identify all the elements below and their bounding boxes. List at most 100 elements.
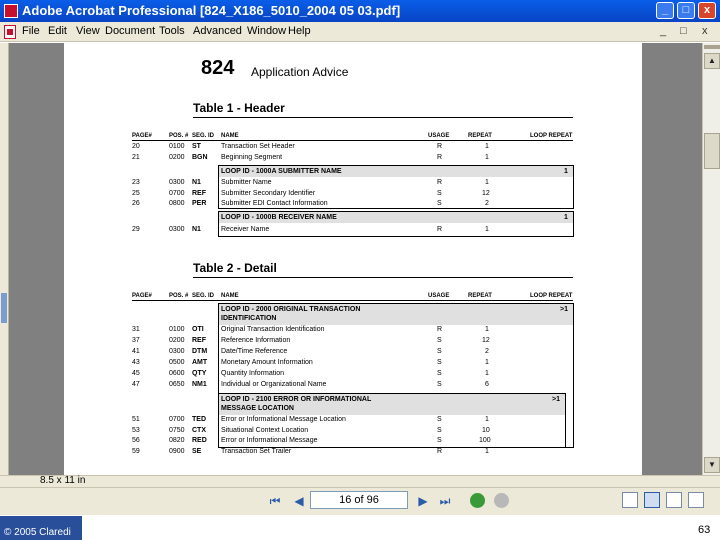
cell-seg: SE <box>192 448 202 455</box>
next-page-icon[interactable]: ▶ <box>414 493 432 509</box>
menu-file[interactable]: File <box>22 25 40 37</box>
pdf-page: 824 Application Advice Table 1 - Header … <box>64 43 642 475</box>
continuous-view-icon[interactable] <box>644 492 660 508</box>
loop-1000b-repeat: 1 <box>564 214 568 221</box>
cell-seg: N1 <box>192 179 201 186</box>
cell-seg: PER <box>192 200 207 207</box>
cell-usage: R <box>437 179 443 186</box>
copyright-brand: © 2005 Claredi <box>0 516 82 540</box>
cell-name: Beginning Segment <box>221 154 283 161</box>
cell-name: Date/Time Reference <box>221 348 288 355</box>
cell-repeat: 12 <box>482 337 490 344</box>
cell-page: 51 <box>132 416 140 423</box>
t2-header-pos: POS. # <box>169 293 189 299</box>
menu-edit[interactable]: Edit <box>48 25 67 37</box>
previous-page-icon[interactable]: ◀ <box>290 493 308 509</box>
slide-number: 63 <box>698 524 711 536</box>
cell-seg: AMT <box>192 359 208 366</box>
close-button[interactable]: x <box>698 2 716 19</box>
cell-page: 26 <box>132 200 140 207</box>
cell-repeat: 1 <box>485 226 489 233</box>
t2-header-loop-repeat: LOOP REPEAT <box>530 293 573 299</box>
loop-2100-label-line1: LOOP ID - 2100 ERROR OR INFORMATIONAL <box>221 396 372 403</box>
cell-name: Transaction Set Trailer <box>221 448 292 455</box>
document-area[interactable]: 824 Application Advice Table 1 - Header … <box>9 43 702 475</box>
loop-1000a-repeat: 1 <box>564 168 568 175</box>
loop-2100-repeat: >1 <box>552 396 560 403</box>
first-page-icon[interactable]: ⏮ <box>266 493 284 509</box>
cell-pos: 0700 <box>169 190 185 197</box>
window-title: Adobe Acrobat Professional [824_X186_501… <box>22 3 401 18</box>
t1-header-pos: POS. # <box>169 133 189 139</box>
cell-repeat: 100 <box>479 437 491 444</box>
single-page-view-icon[interactable] <box>622 492 638 508</box>
go-forward-icon[interactable] <box>494 493 509 508</box>
loop-2000-label-line2: IDENTIFICATION <box>221 315 277 322</box>
t2-header-repeat: REPEAT <box>468 293 492 299</box>
scroll-up-arrow-icon[interactable]: ▲ <box>704 53 720 69</box>
cell-repeat: 1 <box>485 416 489 423</box>
t1-header-usage: USAGE <box>428 133 450 139</box>
cell-name: Receiver Name <box>221 226 270 233</box>
cell-pos: 0300 <box>169 179 185 186</box>
loop-1000a-label: LOOP ID - 1000A SUBMITTER NAME <box>221 168 342 175</box>
cell-repeat: 2 <box>485 348 489 355</box>
navigation-pane[interactable] <box>0 43 9 485</box>
cell-pos: 0900 <box>169 448 185 455</box>
doc-minimize-button[interactable]: _ <box>660 25 666 37</box>
cell-usage: S <box>437 381 442 388</box>
cell-name: Error or Informational Message <box>221 437 318 444</box>
continuous-facing-view-icon[interactable] <box>688 492 704 508</box>
cell-pos: 0600 <box>169 370 185 377</box>
maximize-button[interactable]: □ <box>677 2 695 19</box>
cell-repeat: 1 <box>485 179 489 186</box>
pane-grip-handle[interactable] <box>1 293 7 323</box>
loop-2100-label-line2: MESSAGE LOCATION <box>221 405 294 412</box>
menu-document[interactable]: Document <box>105 25 155 37</box>
cell-page: 23 <box>132 179 140 186</box>
cell-usage: S <box>437 337 442 344</box>
scroll-down-arrow-icon[interactable]: ▼ <box>704 457 720 473</box>
menu-advanced[interactable]: Advanced <box>193 25 242 37</box>
cell-page: 45 <box>132 370 140 377</box>
cell-page: 21 <box>132 154 140 161</box>
cell-seg: QTY <box>192 370 207 377</box>
cell-name: Submitter Name <box>221 179 272 186</box>
cell-repeat: 1 <box>485 154 489 161</box>
cell-usage: R <box>437 143 443 150</box>
split-handle[interactable] <box>704 45 720 49</box>
cell-pos: 0300 <box>169 348 185 355</box>
doc-close-button[interactable]: x <box>702 25 708 37</box>
minimize-button[interactable]: _ <box>656 2 674 19</box>
cell-name: Transaction Set Header <box>221 143 295 150</box>
menu-window[interactable]: Window <box>247 25 286 37</box>
cell-page: 25 <box>132 190 140 197</box>
cell-pos: 0100 <box>169 326 185 333</box>
cell-pos: 0750 <box>169 427 185 434</box>
menu-tools[interactable]: Tools <box>159 25 185 37</box>
facing-view-icon[interactable] <box>666 492 682 508</box>
last-page-icon[interactable]: ⏭ <box>436 493 454 509</box>
pdf-document-icon[interactable] <box>4 25 16 39</box>
cell-seg: N1 <box>192 226 201 233</box>
cell-page: 31 <box>132 326 140 333</box>
vertical-scrollbar[interactable]: ▲ ▼ <box>702 43 720 475</box>
go-back-icon[interactable] <box>470 493 485 508</box>
menu-bar: File Edit View Document Tools Advanced W… <box>0 22 720 42</box>
t1-header-loop-repeat: LOOP REPEAT <box>530 133 573 139</box>
t1-header-seg: SEG. ID <box>192 133 215 139</box>
cell-repeat: 1 <box>485 448 489 455</box>
page-number-field[interactable]: 16 of 96 <box>310 491 408 509</box>
cell-usage: S <box>437 427 442 434</box>
cell-pos: 0820 <box>169 437 185 444</box>
doc-restore-button[interactable]: □ <box>680 25 687 37</box>
t2-header-usage: USAGE <box>428 293 450 299</box>
scrollbar-thumb[interactable] <box>704 133 720 169</box>
cell-page: 41 <box>132 348 140 355</box>
cell-repeat: 1 <box>485 326 489 333</box>
menu-view[interactable]: View <box>76 25 100 37</box>
cell-name: Submitter EDI Contact Information <box>221 200 328 207</box>
cell-usage: S <box>437 348 442 355</box>
table2-title-rule <box>193 277 573 278</box>
menu-help[interactable]: Help <box>288 25 311 37</box>
